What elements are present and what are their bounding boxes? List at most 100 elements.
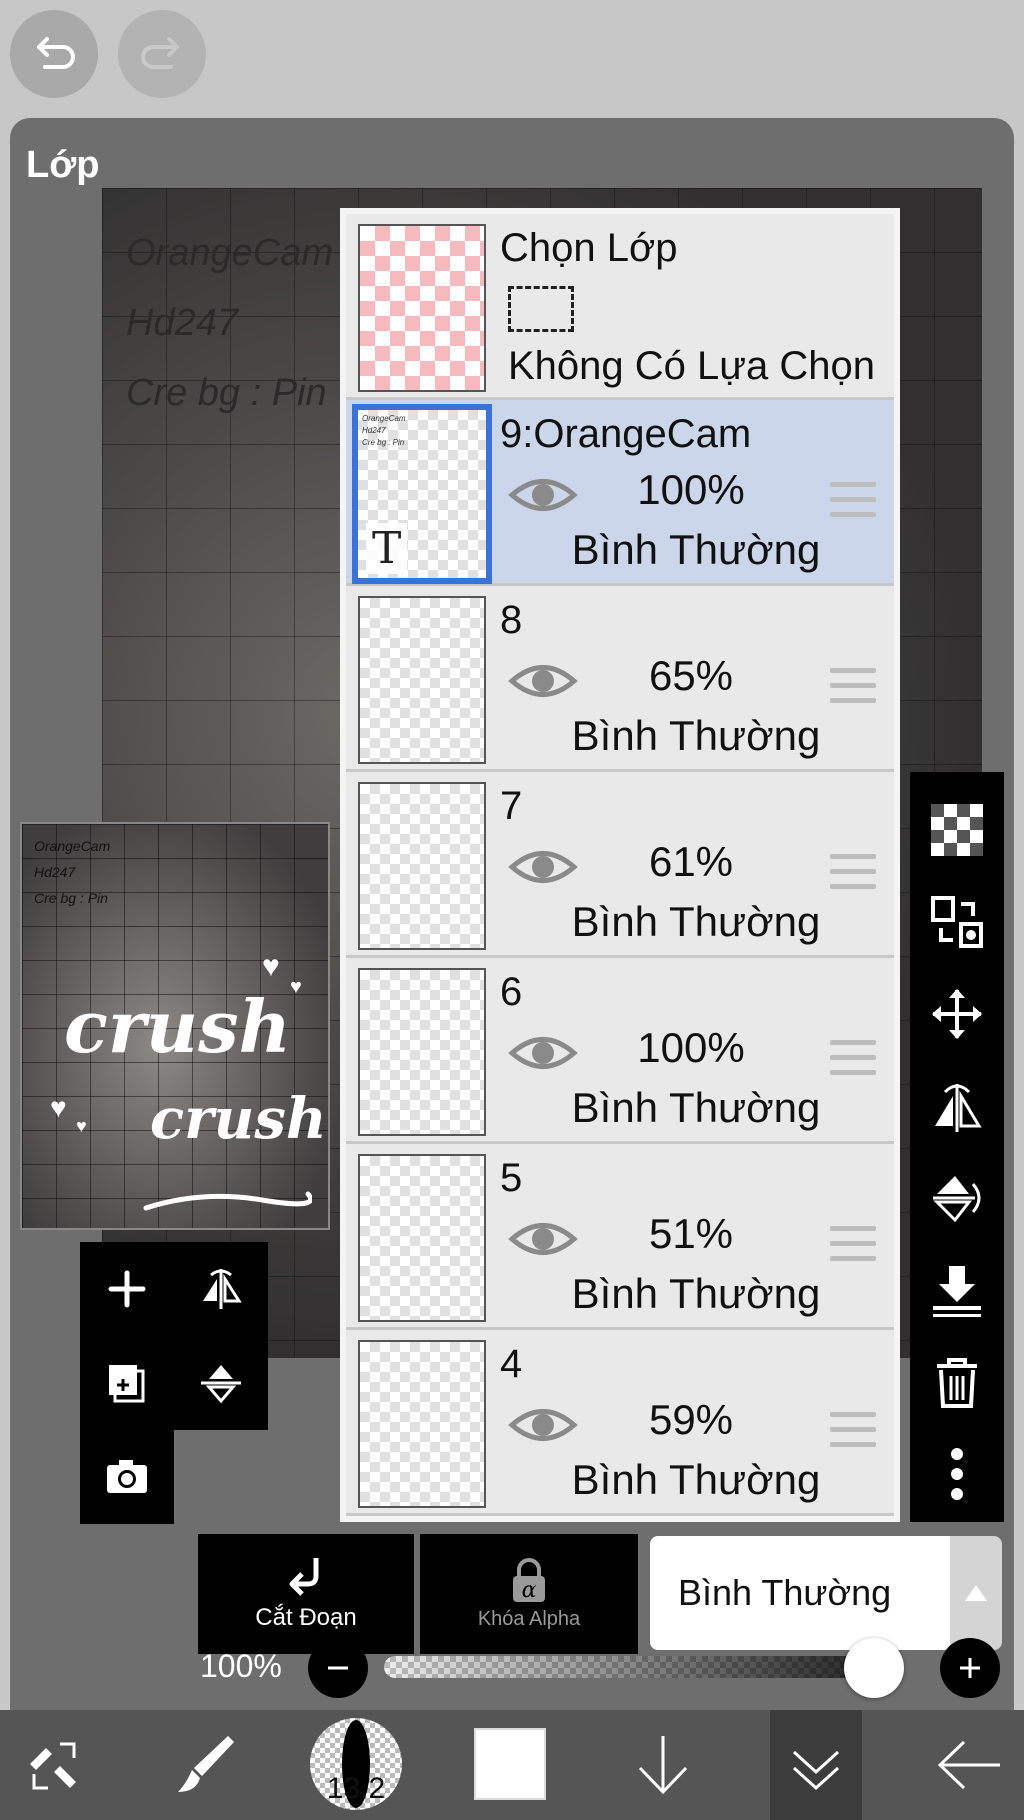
blend-mode-dropdown-button[interactable] — [950, 1536, 1002, 1650]
opacity-slider[interactable] — [384, 1656, 904, 1678]
canvas-text-line: Hd247 — [126, 302, 238, 344]
eye-icon[interactable] — [508, 1402, 578, 1448]
flip-vertical-icon — [933, 1176, 981, 1223]
canvas-text-line: OrangeCam — [126, 232, 333, 274]
add-layer-button[interactable] — [80, 1242, 174, 1336]
thumb-text-line: Cre bg : Pin — [34, 890, 108, 906]
canvas-thumbnail[interactable]: OrangeCam Hd247 Cre bg : Pin ♥ ♥ ♥ ♥ cru… — [20, 822, 330, 1230]
layer-opacity: 51% — [648, 1210, 734, 1257]
flip-horizontal-button[interactable] — [174, 1242, 268, 1336]
layer-row[interactable]: 7 61% Bình Thường — [346, 772, 894, 958]
flip-vertical-icon — [201, 1365, 241, 1404]
layer-name: 9:OrangeCam — [500, 412, 752, 456]
layer-row[interactable]: OrangeCam Hd247 Cre bg : Pin T 9:OrangeC… — [346, 400, 894, 586]
merge-down-button[interactable] — [910, 1244, 1004, 1336]
drag-handle-icon[interactable] — [830, 1226, 876, 1264]
minus-icon — [328, 1666, 348, 1670]
layer-row[interactable]: 8 65% Bình Thường — [346, 586, 894, 772]
more-vertical-icon — [951, 1448, 963, 1500]
merge-down-icon — [933, 1266, 981, 1317]
plus-icon — [960, 1658, 980, 1678]
top-bar — [0, 0, 1024, 118]
tool-switch-button[interactable] — [0, 1710, 110, 1820]
eye-icon[interactable] — [508, 1216, 578, 1262]
drag-handle-icon[interactable] — [830, 854, 876, 892]
flip-vertical-button[interactable] — [910, 1152, 1004, 1244]
layer-row[interactable]: 6 100% Bình Thường — [346, 958, 894, 1144]
layer-row[interactable]: 5 51% Bình Thường — [346, 1144, 894, 1330]
layer-name: 7 — [500, 784, 523, 828]
heart-icon: ♥ — [50, 1092, 67, 1123]
selection-layer-row[interactable]: Chọn Lớp Không Có Lựa Chọn — [346, 214, 894, 400]
brush-size-value: 13.2 — [326, 1772, 386, 1805]
transparency-button[interactable] — [910, 784, 1004, 876]
layer-thumbnail — [358, 1154, 486, 1322]
camera-button[interactable] — [80, 1430, 174, 1524]
svg-text:α: α — [522, 1578, 537, 1603]
layer-name: 4 — [500, 1342, 523, 1386]
layer-thumb-text: OrangeCam — [362, 414, 406, 423]
opacity-value: 100% — [200, 1648, 282, 1684]
opacity-decrease-button[interactable] — [308, 1638, 368, 1698]
opacity-slider-thumb[interactable] — [844, 1638, 904, 1698]
layer-row[interactable]: 4 59% Bình Thường — [346, 1330, 894, 1516]
triangle-up-icon — [965, 1585, 987, 1601]
brush-tool-button[interactable] — [150, 1710, 260, 1820]
layers-tab-button[interactable] — [770, 1710, 862, 1820]
more-options-button[interactable] — [910, 1428, 1004, 1520]
eye-icon[interactable] — [508, 844, 578, 890]
drag-handle-icon[interactable] — [830, 1040, 876, 1078]
layer-thumbnail — [358, 968, 486, 1136]
alpha-lock-button[interactable]: α Khóa Alpha — [420, 1534, 638, 1654]
swap-layer-button[interactable] — [910, 876, 1004, 968]
plus-icon — [108, 1270, 146, 1308]
drag-handle-icon[interactable] — [830, 482, 876, 520]
undo-button[interactable] — [10, 10, 98, 98]
layer-blend-mode: Bình Thường — [571, 1456, 821, 1503]
layer-blend-mode: Bình Thường — [571, 898, 821, 945]
layer-blend-mode: Bình Thường — [571, 1270, 821, 1317]
import-button[interactable] — [608, 1710, 718, 1820]
camera-icon — [107, 1460, 147, 1493]
selection-status: Không Có Lựa Chọn — [508, 344, 876, 388]
opacity-increase-button[interactable] — [940, 1638, 1000, 1698]
back-button[interactable] — [914, 1710, 1024, 1820]
layer-thumbnail — [358, 1340, 486, 1508]
eye-icon[interactable] — [508, 658, 578, 704]
undo-icon — [37, 37, 75, 69]
right-tool-column — [910, 772, 1004, 1522]
layer-blend-mode: Bình Thường — [571, 712, 821, 759]
duplicate-icon — [109, 1365, 145, 1403]
move-button[interactable] — [910, 968, 1004, 1060]
thumb-crush-text: crush — [150, 1086, 327, 1152]
flip-vertical-button[interactable] — [174, 1336, 268, 1430]
clipping-button[interactable]: Cắt Đoạn — [198, 1534, 414, 1654]
eye-icon[interactable] — [508, 472, 578, 518]
layer-list[interactable]: Chọn Lớp Không Có Lựa Chọn OrangeCam Hd2… — [340, 208, 900, 1522]
layer-thumb-text: Hd247 — [362, 426, 386, 435]
delete-layer-button[interactable] — [910, 1336, 1004, 1428]
eye-icon[interactable] — [508, 1030, 578, 1076]
brush-size-button[interactable]: 13.2 — [310, 1718, 402, 1810]
redo-button[interactable] — [118, 10, 206, 98]
arrow-down-icon — [638, 1736, 688, 1795]
checkerboard-icon — [931, 804, 983, 856]
drag-handle-icon[interactable] — [830, 668, 876, 706]
layer-name: 8 — [500, 598, 523, 642]
brush-icon — [178, 1736, 234, 1792]
layer-thumb-text: Cre bg : Pin — [362, 438, 405, 447]
blend-mode-select[interactable]: Bình Thường — [650, 1536, 950, 1650]
drag-handle-icon[interactable] — [830, 1412, 876, 1450]
thumb-text-line: Hd247 — [34, 864, 76, 880]
trash-icon — [937, 1358, 977, 1408]
flip-horizontal-button[interactable] — [910, 1060, 1004, 1152]
layer-opacity: 61% — [648, 838, 734, 885]
layer-opacity: 59% — [648, 1396, 734, 1443]
color-swatch-button[interactable] — [474, 1728, 546, 1800]
swap-icon — [931, 896, 983, 948]
redo-icon — [141, 37, 179, 69]
layer-thumbnail: OrangeCam Hd247 Cre bg : Pin T — [352, 404, 492, 584]
text-layer-icon: T — [366, 523, 408, 574]
selection-layer-title: Chọn Lớp — [500, 226, 678, 270]
duplicate-layer-button[interactable] — [80, 1336, 174, 1430]
